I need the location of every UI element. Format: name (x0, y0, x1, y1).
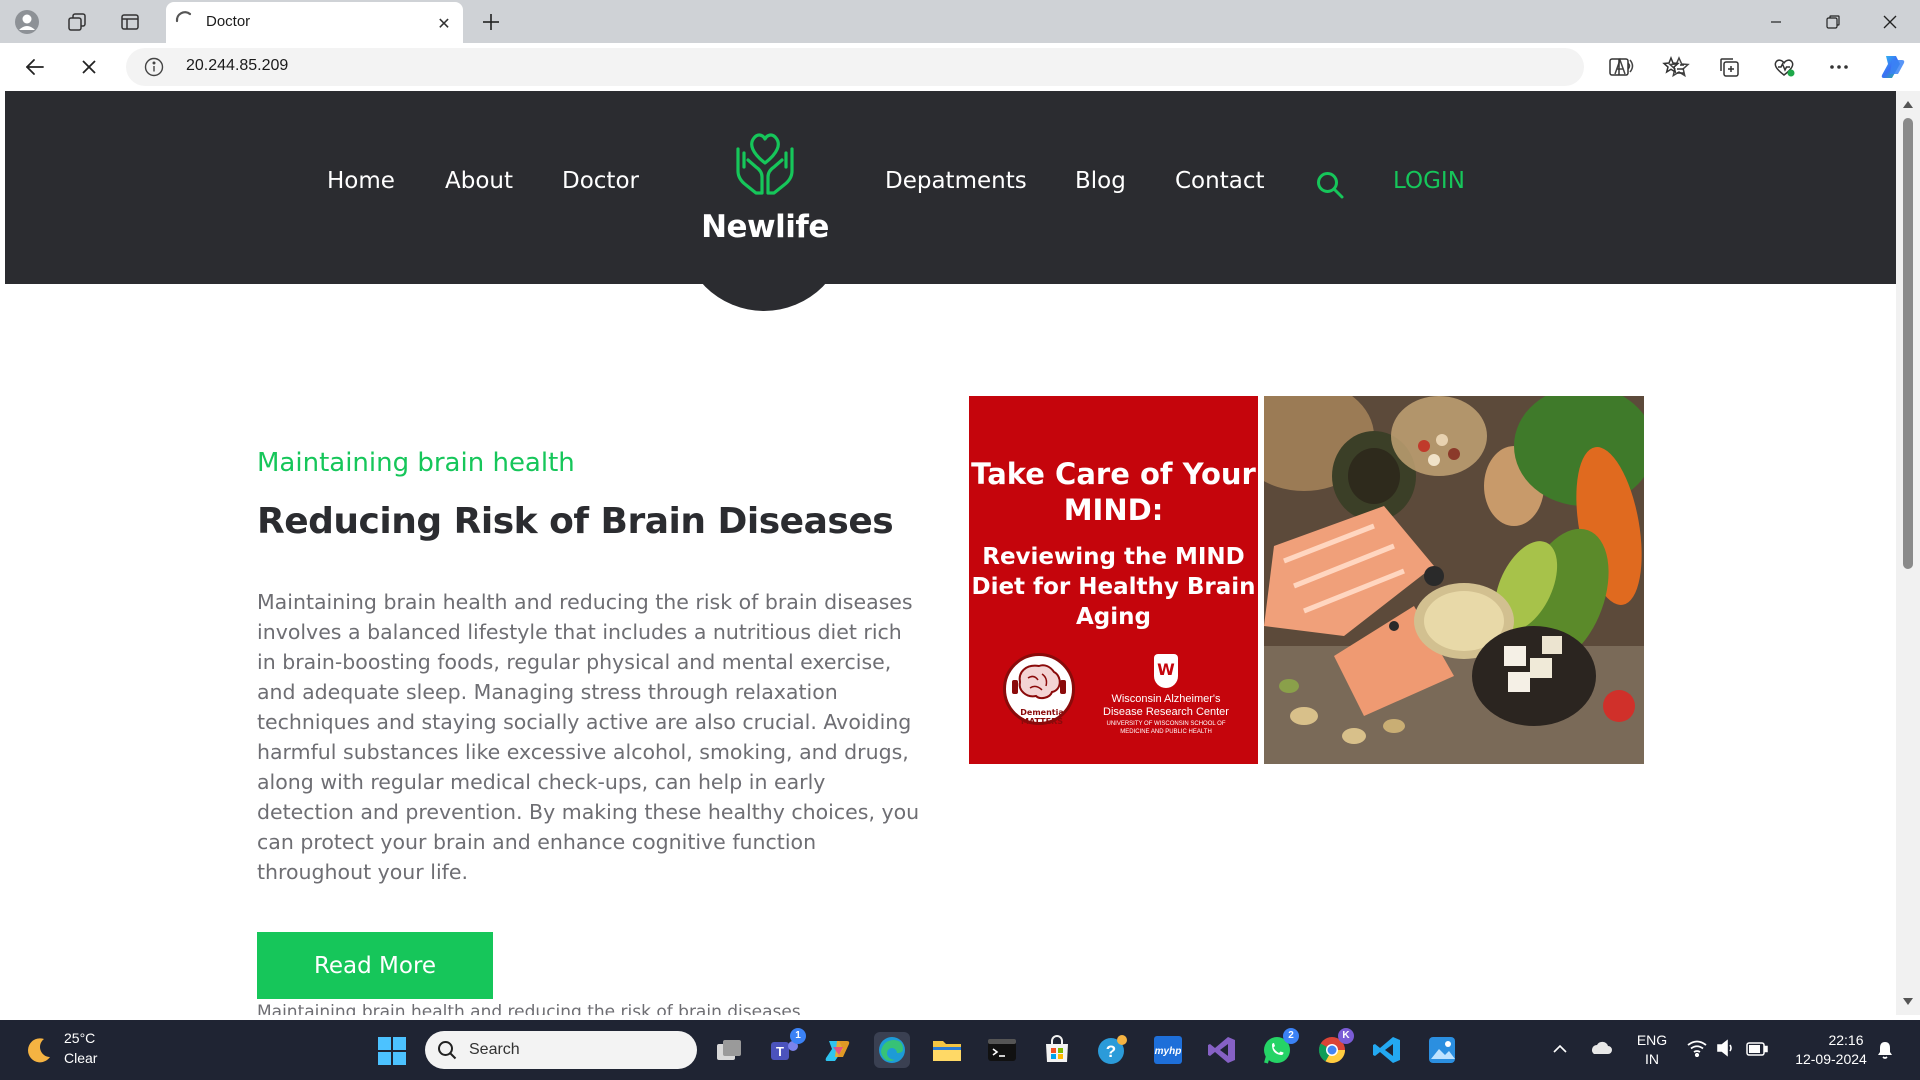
minimize-button[interactable] (1756, 7, 1796, 37)
logo-text: Newlife (701, 209, 829, 245)
windows-start-icon[interactable] (377, 1036, 407, 1070)
moon-weather-icon[interactable] (24, 1035, 54, 1069)
scrollbar-thumb[interactable] (1903, 118, 1913, 569)
myhp-label: myhp (1155, 1046, 1182, 1057)
vscode-icon[interactable] (1369, 1032, 1405, 1068)
uw-crest-icon: W (1154, 654, 1178, 688)
tab-doctor[interactable]: Doctor ✕ (166, 2, 463, 43)
region-label[interactable]: IN (1634, 1051, 1670, 1067)
edge-browser-icon[interactable] (874, 1032, 910, 1068)
browser-tab-strip: Doctor ✕ (0, 0, 1920, 43)
photos-app-icon[interactable] (1424, 1032, 1460, 1068)
back-button[interactable] (18, 50, 52, 84)
language-label[interactable]: ENG (1634, 1032, 1670, 1048)
heart-hands-icon (732, 127, 798, 201)
clock-date[interactable]: 12-09-2024 (1786, 1051, 1876, 1067)
volume-icon[interactable] (1716, 1039, 1736, 1061)
address-bar[interactable]: 20.244.85.209 (126, 48, 1690, 86)
split-screen-icon[interactable] (1602, 50, 1636, 84)
wifi-icon[interactable] (1686, 1039, 1708, 1061)
copilot-icon[interactable] (1876, 50, 1910, 84)
myhp-icon[interactable]: myhp (1150, 1032, 1186, 1068)
battery-icon[interactable] (1746, 1041, 1768, 1060)
task-view-icon[interactable] (711, 1032, 747, 1068)
healthy-food-photo (1264, 396, 1644, 764)
site-logo[interactable]: Newlife (695, 127, 835, 247)
favorites-icon[interactable] (1657, 50, 1691, 84)
teams-icon[interactable]: T 1 (766, 1028, 806, 1068)
microsoft-store-icon[interactable] (1039, 1032, 1075, 1068)
taskbar-search-placeholder: Search (469, 1041, 520, 1058)
profile-icon[interactable] (12, 7, 42, 37)
notification-bell-icon[interactable] (1876, 1040, 1894, 1064)
site-info-icon[interactable] (144, 57, 164, 81)
search-icon[interactable] (1315, 170, 1345, 204)
nav-login[interactable]: LOGIN (1393, 168, 1465, 194)
promo-org-name: Wisconsin Alzheimer's Disease Research C… (1103, 693, 1229, 718)
article-subtitle: Maintaining brain health (257, 448, 575, 478)
weather-temperature: 25°C (64, 1030, 96, 1046)
article-heading: Reducing Risk of Brain Diseases (257, 501, 894, 542)
scroll-down-arrow-icon[interactable] (1903, 998, 1913, 1005)
stop-loading-button[interactable] (72, 50, 106, 84)
windows-taskbar: 25°C Clear Search T 1 ? myhp 2 K ENG IN … (0, 1020, 1920, 1080)
url-text: 20.244.85.209 (186, 57, 289, 74)
show-hidden-icons-icon[interactable] (1552, 1040, 1568, 1059)
chrome-profile-badge: K (1338, 1028, 1354, 1044)
vertical-tabs-icon[interactable] (115, 7, 145, 37)
mind-diet-promo-panel: Take Care of Your MIND: Reviewing the MI… (969, 396, 1258, 764)
file-explorer-icon[interactable] (929, 1032, 965, 1068)
whatsapp-icon[interactable]: 2 (1259, 1028, 1299, 1068)
copilot-app-icon[interactable] (820, 1032, 856, 1068)
weather-condition: Clear (64, 1050, 98, 1066)
nav-doctor[interactable]: Doctor (562, 168, 639, 194)
teams-notification-badge: 1 (790, 1028, 806, 1044)
new-tab-button[interactable] (476, 7, 506, 37)
tab-close-icon[interactable]: ✕ (433, 12, 455, 34)
browser-essentials-icon[interactable] (1767, 50, 1801, 84)
collections-icon[interactable] (1712, 50, 1746, 84)
workspaces-icon[interactable] (62, 7, 92, 37)
promo-badge-text: Dementia MATTERS (1020, 708, 1064, 726)
read-more-button[interactable]: Read More (257, 932, 493, 999)
terminal-icon[interactable] (984, 1032, 1020, 1068)
browser-toolbar: 20.244.85.209 (0, 43, 1920, 91)
promo-org-affiliation: UNIVERSITY OF WISCONSIN SCHOOL OF MEDICI… (1106, 721, 1226, 735)
nav-blog[interactable]: Blog (1075, 168, 1126, 194)
taskbar-search-box[interactable]: Search (425, 1031, 697, 1069)
nav-contact[interactable]: Contact (1175, 168, 1264, 194)
clock-time[interactable]: 22:16 (1816, 1032, 1876, 1048)
svg-text:?: ? (1106, 1042, 1116, 1061)
nav-departments[interactable]: Depatments (885, 168, 1027, 194)
loading-spinner-icon (172, 8, 198, 38)
promo-title: Take Care of Your MIND: (971, 457, 1256, 527)
restore-button[interactable] (1813, 7, 1853, 37)
promo-subtitle: Reviewing the MIND Diet for Healthy Brai… (971, 544, 1256, 630)
onedrive-cloud-icon[interactable] (1588, 1040, 1612, 1060)
tab-title: Doctor (206, 13, 251, 30)
more-options-icon[interactable] (1822, 50, 1856, 84)
taskbar-search-icon (437, 1040, 457, 1064)
site-header: Home About Doctor Newlife Depatments Blo… (5, 91, 1896, 284)
next-section-preview: Maintaining brain health and reducing th… (257, 1002, 801, 1015)
whatsapp-notification-badge: 2 (1283, 1028, 1299, 1044)
article-body: Maintaining brain health and reducing th… (257, 590, 920, 884)
page-scrollbar[interactable] (1896, 91, 1920, 1015)
chrome-icon[interactable]: K (1314, 1028, 1354, 1068)
nav-about[interactable]: About (445, 168, 513, 194)
page-viewport: Home About Doctor Newlife Depatments Blo… (5, 91, 1896, 1015)
visual-studio-icon[interactable] (1204, 1032, 1240, 1068)
dementia-matters-logo: Dementia MATTERS (1003, 653, 1075, 726)
scroll-up-arrow-icon[interactable] (1903, 101, 1913, 108)
svg-text:T: T (776, 1044, 784, 1059)
get-help-icon[interactable]: ? (1094, 1032, 1130, 1068)
close-window-button[interactable] (1870, 7, 1910, 37)
nav-home[interactable]: Home (327, 168, 395, 194)
